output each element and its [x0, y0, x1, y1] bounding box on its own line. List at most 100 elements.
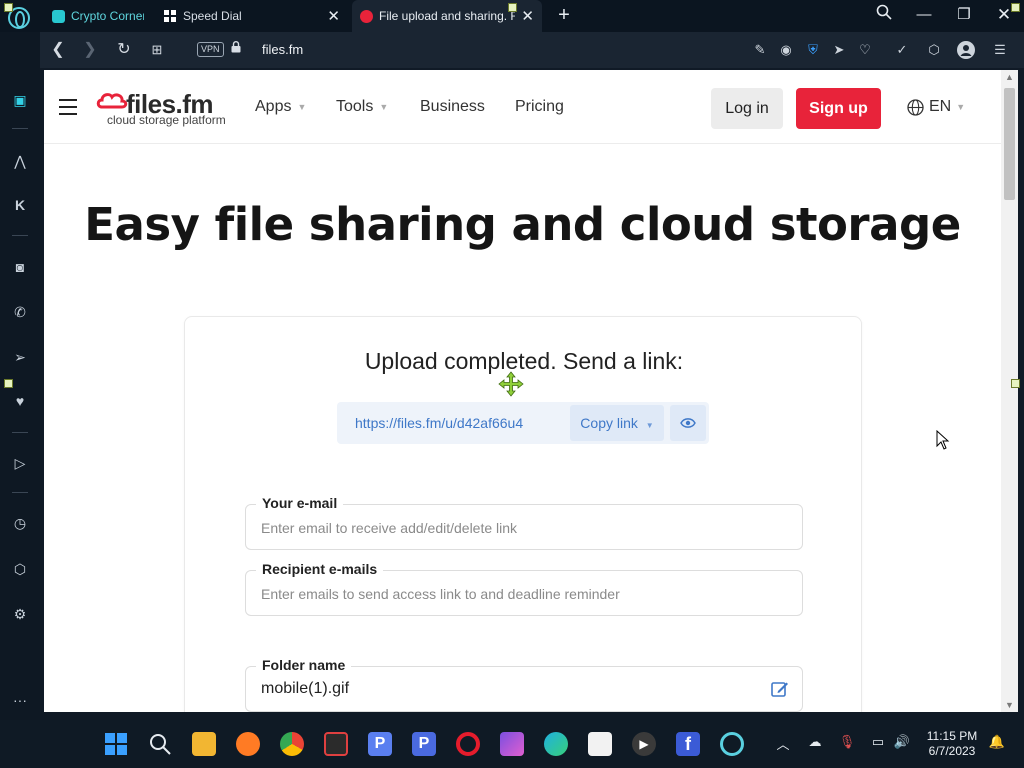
windows-start-icon[interactable] — [104, 732, 128, 756]
player-icon[interactable]: ▷ — [9, 452, 31, 474]
scroll-down-icon[interactable]: ▼ — [1005, 700, 1014, 710]
url-field[interactable]: files.fm — [262, 42, 303, 57]
nav-tools[interactable]: Tools ▼ — [336, 98, 388, 116]
address-bar: ❮ ❯ ↻ ⊞ VPN files.fm ✎ ◉ ⛨ ➤ ♡ ✓ ⬡ ☰ — [40, 32, 1024, 68]
p-app-icon[interactable]: P — [368, 732, 392, 756]
new-tab-button[interactable]: + — [554, 4, 574, 26]
easy-setup-menu-icon[interactable]: ☰ — [991, 41, 1009, 59]
tab-speed-dial[interactable]: Speed Dial ✕ — [156, 0, 348, 32]
copy-link-button[interactable]: Copy link ▼ — [570, 405, 664, 441]
clock-date: 6/7/2023 — [928, 744, 976, 758]
hamburger-menu-icon[interactable] — [59, 99, 77, 115]
kucoin-icon[interactable]: K — [9, 194, 31, 216]
resize-handle[interactable] — [4, 3, 13, 12]
back-icon[interactable]: ❮ — [48, 40, 68, 60]
site-header: files.fm cloud storage platform Apps ▼ To… — [44, 70, 1001, 144]
telegram-icon[interactable]: ➢ — [9, 346, 31, 368]
nav-pricing[interactable]: Pricing — [515, 98, 564, 116]
language-selector[interactable]: EN ▼ — [907, 98, 965, 116]
adblock-shield-icon[interactable]: ⛨ — [804, 41, 822, 59]
resize-handle[interactable] — [1011, 3, 1020, 12]
extensions-cube-icon[interactable]: ⬡ — [925, 41, 943, 59]
easy-setup-icon[interactable]: ✎ — [751, 41, 769, 59]
folder-name-field[interactable]: Folder name mobile(1).gif — [245, 657, 803, 712]
search-icon[interactable] — [148, 732, 172, 756]
opera-icon[interactable] — [456, 732, 480, 756]
tab-crypto-corner[interactable]: Crypto Corner — [44, 0, 152, 32]
whatsapp-icon[interactable]: ✆ — [9, 301, 31, 323]
logo-subtitle: cloud storage platform — [107, 113, 226, 127]
reload-icon[interactable]: ↻ — [114, 40, 134, 60]
tab-snapshot-icon[interactable]: ⊞ — [147, 40, 167, 60]
check-shield-icon[interactable]: ✓ — [893, 41, 911, 59]
file-explorer-icon[interactable] — [192, 732, 216, 756]
speed-dial-icon — [164, 9, 177, 23]
settings-gear-icon[interactable]: ⚙ — [9, 603, 31, 625]
lock-icon[interactable] — [231, 41, 241, 56]
logo-cloud-icon — [96, 93, 128, 109]
preview-eye-icon[interactable] — [670, 405, 706, 441]
chevron-up-icon[interactable]: ︿ — [773, 734, 793, 753]
video-editor-icon[interactable] — [500, 732, 524, 756]
upload-status-title: Upload completed. Send a link: — [364, 348, 684, 374]
share-link-box: https://files.fm/u/d42af66u4 Copy link ▼ — [337, 402, 709, 444]
filesfm-logo[interactable]: files.fm cloud storage platform — [96, 89, 236, 129]
restore-button[interactable]: ❐ — [952, 4, 976, 26]
onedrive-icon[interactable]: ☁ — [805, 734, 825, 750]
field-label: Your e-mail — [256, 495, 344, 511]
media-player-icon[interactable]: ▶ — [632, 732, 656, 756]
login-button[interactable]: Log in — [711, 88, 783, 129]
forward-icon[interactable]: ❯ — [80, 40, 100, 60]
copy-link-label: Copy link — [580, 415, 638, 431]
search-tabs-icon[interactable] — [872, 4, 896, 26]
edge-icon[interactable] — [544, 732, 568, 756]
screen-recorder-icon[interactable] — [324, 732, 348, 756]
your-email-field[interactable]: Your e-mail Enter email to receive add/e… — [245, 495, 803, 550]
share-link-url[interactable]: https://files.fm/u/d42af66u4 — [355, 415, 523, 431]
volume-icon[interactable]: 🔊 — [892, 734, 912, 750]
send-icon[interactable]: ➤ — [830, 41, 848, 59]
scrollbar-thumb[interactable] — [1004, 88, 1015, 200]
opera-gx-icon[interactable] — [720, 732, 744, 756]
chrome-icon[interactable] — [280, 732, 304, 756]
nav-business[interactable]: Business — [420, 98, 485, 116]
microphone-icon[interactable]: 🎙 — [837, 734, 857, 750]
browser-sidebar: ▣ ⋀ K ◙ ✆ ➢ ♥ ▷ ◷ ⬡ ⚙ ··· — [0, 32, 40, 720]
recipient-emails-field[interactable]: Recipient e-mails Enter emails to send a… — [245, 561, 803, 616]
profile-avatar-icon[interactable] — [957, 41, 975, 59]
snapshot-icon[interactable]: ◉ — [777, 41, 795, 59]
chevron-down-icon: ▼ — [645, 421, 654, 430]
more-options-icon[interactable]: ··· — [9, 689, 31, 711]
crypto-wallet-icon[interactable]: ▣ — [9, 89, 31, 111]
network-icon[interactable]: ▭ — [868, 734, 888, 750]
tab-label: File upload and sharing. F — [379, 9, 516, 23]
resize-handle[interactable] — [1011, 379, 1020, 388]
field-label: Folder name — [256, 657, 352, 673]
p-app-icon[interactable]: P — [412, 732, 436, 756]
heart-icon[interactable]: ♡ — [856, 41, 874, 59]
close-tab-icon[interactable]: ✕ — [327, 7, 340, 25]
edit-icon[interactable] — [770, 679, 790, 699]
nav-apps[interactable]: Apps ▼ — [255, 98, 306, 116]
office-app-icon[interactable] — [588, 732, 612, 756]
firefox-icon[interactable] — [236, 732, 260, 756]
signup-button[interactable]: Sign up — [796, 88, 881, 129]
extensions-icon[interactable]: ⬡ — [9, 558, 31, 580]
page-headline: Easy file sharing and cloud storage — [84, 198, 961, 251]
twitter-icon[interactable]: ♥ — [9, 390, 31, 412]
vpn-badge[interactable]: VPN — [197, 42, 224, 57]
resize-handle[interactable] — [4, 379, 13, 388]
taskbar-clock[interactable]: 11:15 PM 6/7/2023 — [922, 729, 982, 759]
resize-handle[interactable] — [508, 3, 517, 12]
aria-icon[interactable]: ⋀ — [9, 150, 31, 172]
page-scrollbar[interactable]: ▲ ▼ — [1001, 70, 1018, 712]
discord-icon[interactable]: ◙ — [9, 256, 31, 278]
notifications-icon[interactable]: 🔔 — [987, 734, 1007, 750]
scroll-up-icon[interactable]: ▲ — [1005, 72, 1014, 82]
minimize-button[interactable]: — — [912, 4, 936, 26]
close-tab-icon[interactable]: ✕ — [521, 7, 534, 25]
facebook-icon[interactable]: f — [676, 732, 700, 756]
mouse-pointer-icon — [936, 430, 950, 450]
history-clock-icon[interactable]: ◷ — [9, 512, 31, 534]
nav-label: Business — [420, 98, 485, 115]
